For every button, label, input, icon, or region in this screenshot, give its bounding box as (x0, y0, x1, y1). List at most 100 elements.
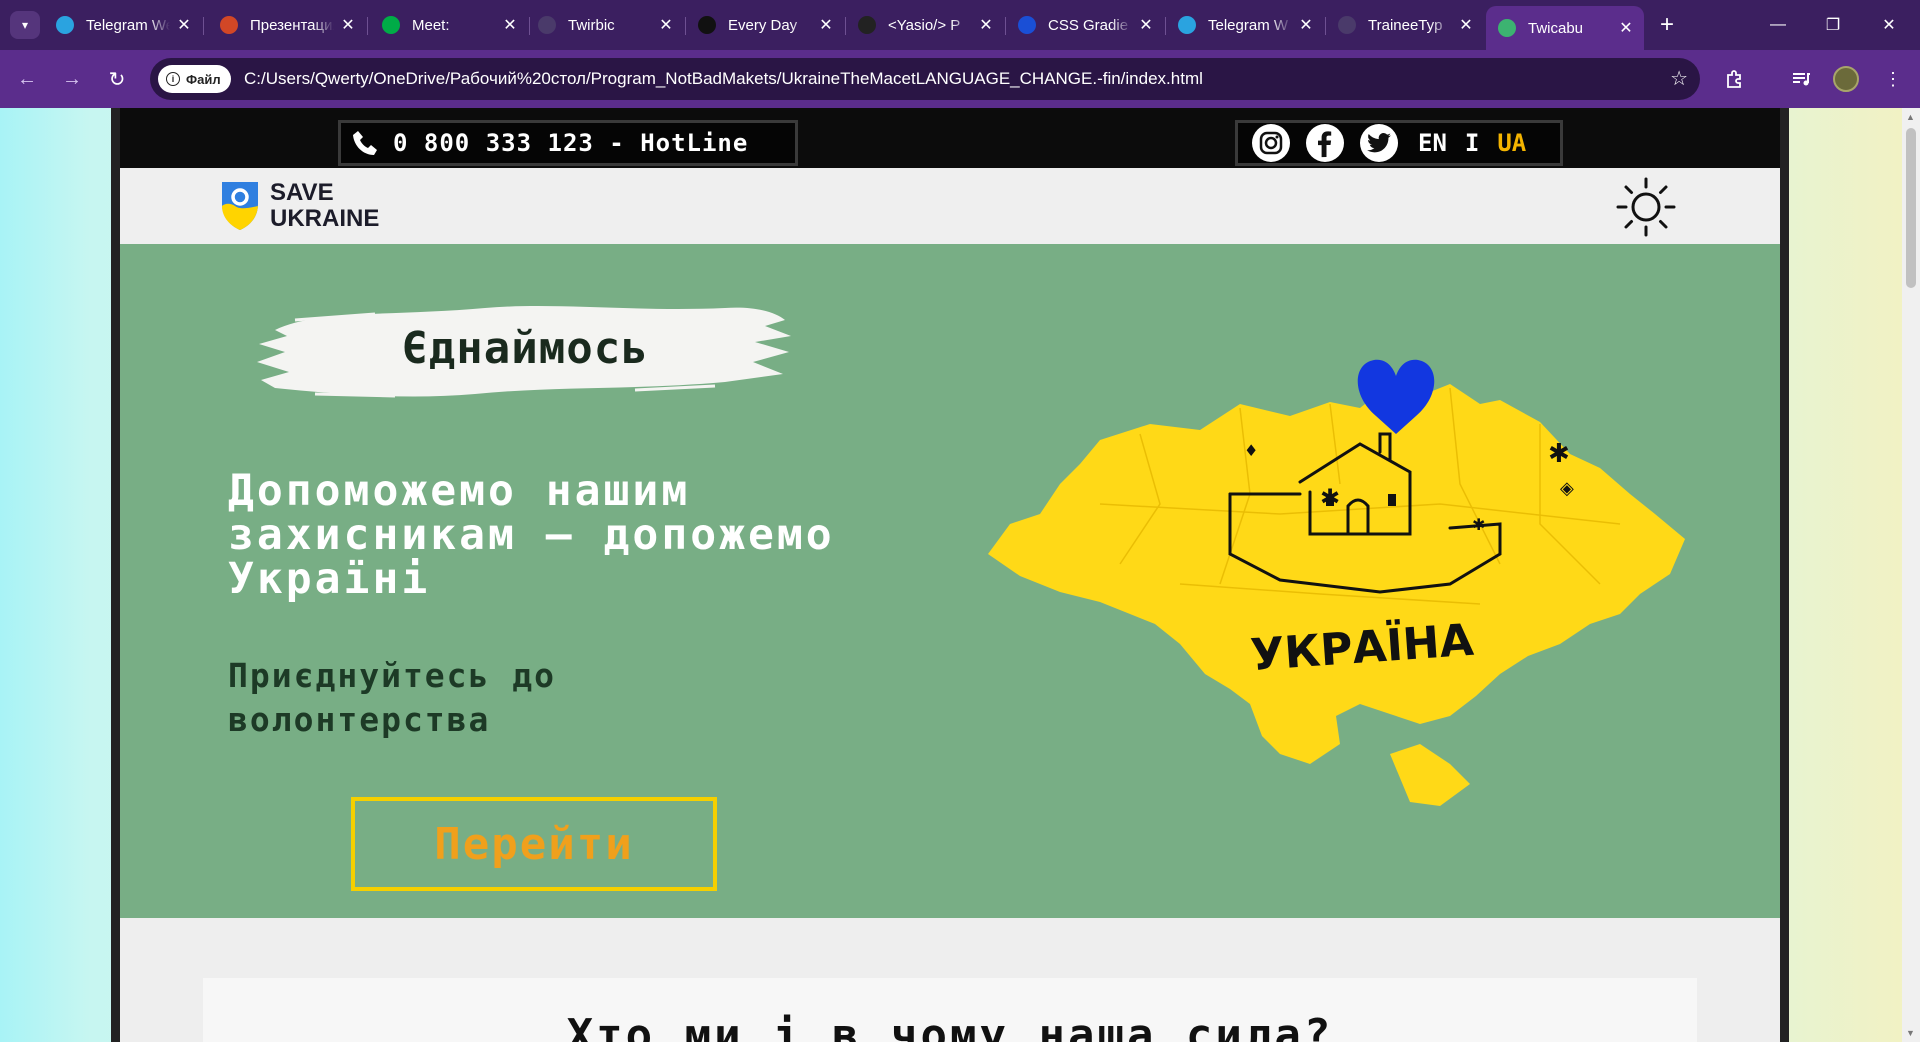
telegram-icon (1178, 16, 1196, 34)
tab-close-icon[interactable]: ✕ (502, 15, 518, 35)
lang-separator: I (1464, 129, 1480, 157)
browser-tab[interactable]: Telegram W ✕ (1166, 8, 1324, 42)
site-topbar: 0 800 333 123 - HotLine EN I UA (120, 108, 1780, 168)
tab-close-icon[interactable]: ✕ (658, 15, 674, 35)
browser-tab[interactable]: Twirbic ✕ (526, 8, 684, 42)
site-header: SAVE UKRAINE (120, 168, 1780, 244)
browser-tab[interactable]: TraineeTyp ✕ (1326, 8, 1484, 42)
minimize-button[interactable]: — (1755, 8, 1801, 42)
chevron-down-icon: ▾ (21, 18, 29, 32)
minimize-icon: — (1770, 16, 1786, 33)
site-frame: 0 800 333 123 - HotLine EN I UA SAVE UKR… (111, 108, 1789, 1042)
tab-title: Telegram Web (86, 16, 170, 34)
hero-section: Єднаймось Допоможемо нашим захисникам — … (120, 244, 1780, 918)
browser-menu-icon[interactable]: ⋮ (1878, 64, 1908, 94)
leaf-icon (1498, 19, 1516, 37)
facebook-icon[interactable] (1306, 124, 1344, 162)
twitter-icon[interactable] (1360, 124, 1398, 162)
powerpoint-icon (220, 16, 238, 34)
shield-logo-icon (222, 182, 258, 230)
profile-avatar[interactable] (1833, 66, 1859, 92)
tab-close-icon[interactable]: ✕ (1618, 18, 1634, 38)
browser-tab[interactable]: Презентация ✕ (208, 8, 366, 42)
dark-circle-icon (1338, 16, 1356, 34)
bookmark-star-icon[interactable]: ☆ (1670, 66, 1688, 91)
forward-button[interactable]: → (55, 62, 89, 96)
file-chip-label: Файл (186, 71, 221, 87)
url-text[interactable]: C:/Users/Qwerty/OneDrive/Рабочий%20стол/… (244, 69, 1203, 89)
tab-close-icon[interactable]: ✕ (978, 15, 994, 35)
browser-tab-strip: ▾ Telegram Web✕Презентация✕Meet: ✕Twirbi… (0, 0, 1920, 50)
unite-label: Єднаймось (401, 322, 649, 374)
scrollbar-thumb[interactable] (1906, 128, 1916, 288)
svg-text:◈: ◈ (1560, 478, 1574, 499)
tab-title: Every Day (728, 16, 798, 34)
extensions-icon[interactable] (1720, 64, 1750, 94)
go-button[interactable]: Перейти (351, 797, 717, 891)
tab-close-icon[interactable]: ✕ (1138, 15, 1154, 35)
page-viewport: 0 800 333 123 - HotLine EN I UA SAVE UKR… (0, 108, 1920, 1042)
reload-icon: ↻ (108, 68, 126, 91)
arrow-left-icon: ← (17, 67, 37, 90)
site-info-chip[interactable]: i Файл (158, 65, 231, 93)
yasio-icon (858, 16, 876, 34)
browser-tab[interactable]: <Yasio/> P ✕ (846, 8, 1004, 42)
section-title: Хто ми і в чому наша сила? (566, 1010, 1334, 1042)
new-tab-button[interactable]: + (1652, 10, 1682, 40)
tab-close-icon[interactable]: ✕ (1298, 15, 1314, 35)
back-button[interactable]: ← (10, 62, 44, 96)
lang-en-link[interactable]: EN (1418, 129, 1447, 157)
page-scrollbar[interactable]: ▲ ▼ (1902, 108, 1920, 1042)
dark-circle-icon (538, 16, 556, 34)
tab-title: Meet: (412, 16, 450, 34)
close-icon: ✕ (1882, 17, 1896, 34)
site-logo[interactable]: SAVE UKRAINE (220, 180, 379, 232)
browser-tab[interactable]: CSS Gradie ✕ (1006, 8, 1164, 42)
lang-ua-link[interactable]: UA (1497, 129, 1526, 157)
svg-text:✱: ✱ (1472, 515, 1485, 534)
restore-button[interactable]: ❐ (1810, 8, 1856, 42)
tab-title: Презентация (250, 16, 334, 34)
browser-tab[interactable]: Twicabu ✕ (1486, 6, 1644, 50)
scroll-down-arrow-icon[interactable]: ▼ (1906, 1028, 1915, 1038)
tab-close-icon[interactable]: ✕ (340, 15, 356, 35)
hotline-box[interactable]: 0 800 333 123 - HotLine (338, 120, 798, 166)
hero-subtitle: Приєднуйтесь до волонтерства (228, 656, 557, 739)
e-icon (698, 16, 716, 34)
tab-title: Twicabu (1528, 19, 1584, 37)
logo-line-1: SAVE (270, 179, 334, 206)
arrow-right-icon: → (62, 67, 82, 90)
browser-tab[interactable]: Every Day ✕ (686, 8, 844, 42)
scroll-up-arrow-icon[interactable]: ▲ (1906, 112, 1915, 122)
svg-text:♦: ♦ (1244, 441, 1258, 460)
telegram-icon (56, 16, 74, 34)
tab-title: Twirbic (568, 16, 615, 34)
tab-search-button[interactable]: ▾ (10, 11, 40, 39)
restore-icon: ❐ (1825, 17, 1841, 34)
hero-title: Допоможемо нашим захисникам — допожемо У… (228, 466, 835, 604)
svg-text:✱: ✱ (1320, 484, 1340, 512)
browser-tab[interactable]: Meet: ✕ (370, 8, 528, 42)
tab-title: Telegram W (1208, 16, 1289, 34)
social-lang-box: EN I UA (1235, 120, 1563, 166)
tab-close-icon[interactable]: ✕ (818, 15, 834, 35)
hotline-text: 0 800 333 123 - HotLine (393, 129, 749, 157)
instagram-icon[interactable] (1252, 124, 1290, 162)
media-controls-icon[interactable] (1786, 64, 1816, 94)
browser-toolbar: ← → ↻ i Файл C:/Users/Qwerty/OneDrive/Ра… (0, 50, 1920, 108)
site-content: 0 800 333 123 - HotLine EN I UA SAVE UKR… (120, 108, 1780, 1042)
reload-button[interactable]: ↻ (100, 62, 134, 96)
about-card: Хто ми і в чому наша сила? (203, 978, 1697, 1042)
phone-icon (353, 131, 377, 155)
close-window-button[interactable]: ✕ (1866, 8, 1912, 42)
logo-text: SAVE UKRAINE (270, 180, 379, 232)
logo-line-2: UKRAINE (270, 205, 380, 232)
gradient-icon (1018, 16, 1036, 34)
tab-close-icon[interactable]: ✕ (176, 15, 192, 35)
browser-tab[interactable]: Telegram Web ✕ (44, 8, 202, 42)
tab-close-icon[interactable]: ✕ (1458, 15, 1474, 35)
ukraine-map-illustration: УКРАЇНА ✱ ✱ ✱ ♦ ◈ (988, 359, 1685, 806)
theme-toggle-sun-icon[interactable] (1615, 176, 1677, 238)
address-bar[interactable]: i Файл C:/Users/Qwerty/OneDrive/Рабочий%… (150, 58, 1700, 100)
tab-title: TraineeTyp (1368, 16, 1443, 34)
